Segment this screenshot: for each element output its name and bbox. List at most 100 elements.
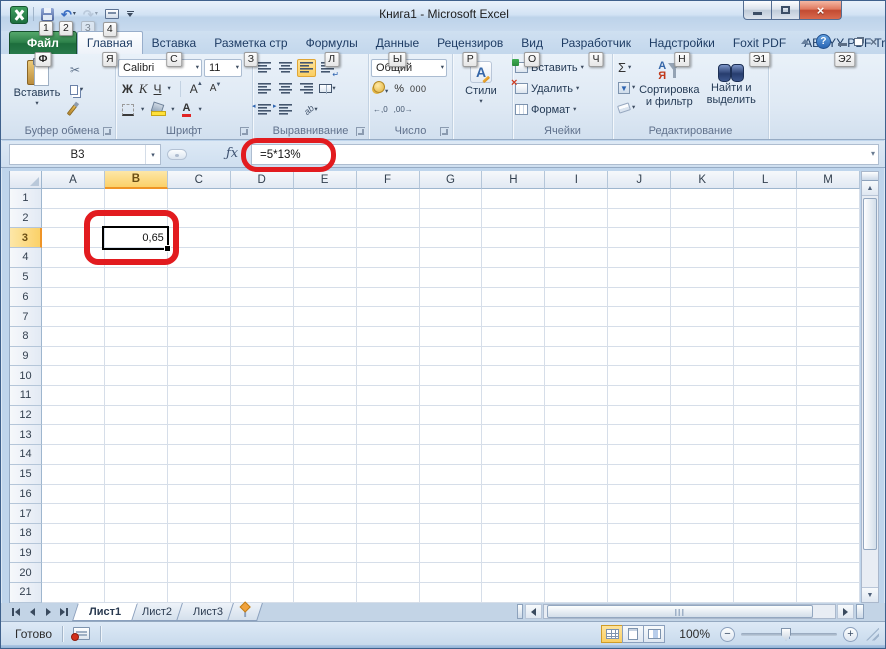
cell-K18[interactable] xyxy=(671,523,735,544)
cell-C10[interactable] xyxy=(167,366,231,387)
font-color-icon[interactable]: А xyxy=(181,102,192,117)
cell-I10[interactable] xyxy=(545,366,609,387)
cell-L7[interactable] xyxy=(734,307,798,327)
cell-C14[interactable] xyxy=(167,445,231,465)
cell-I18[interactable] xyxy=(545,523,609,544)
doc-minimize-icon[interactable] xyxy=(837,42,847,46)
row-header-7[interactable]: 7 xyxy=(10,307,42,327)
cell-M16[interactable] xyxy=(797,484,860,505)
align-center-button[interactable] xyxy=(276,80,295,98)
increase-font-button[interactable]: А ▲ xyxy=(190,81,203,96)
currency-format-button[interactable]: ▾ xyxy=(373,80,388,98)
cell-H16[interactable] xyxy=(482,484,546,505)
cell-F17[interactable] xyxy=(356,504,420,524)
cell-B11[interactable] xyxy=(104,386,168,406)
close-button[interactable]: × xyxy=(799,1,842,20)
cell-L9[interactable] xyxy=(734,346,798,367)
scroll-right-button[interactable] xyxy=(837,604,854,619)
decrease-indent-button[interactable]: ◂ xyxy=(252,101,274,119)
cell-L16[interactable] xyxy=(734,484,798,505)
cell-G2[interactable] xyxy=(419,208,483,229)
cell-L17[interactable] xyxy=(734,504,798,524)
page-layout-view-button[interactable] xyxy=(622,625,645,643)
tab-разметка-стр[interactable]: Разметка стр З xyxy=(205,31,296,67)
insert-function-icon[interactable]: ƒx xyxy=(226,146,238,161)
resize-grip[interactable] xyxy=(866,627,879,641)
cell-D5[interactable] xyxy=(230,267,294,288)
cell-I8[interactable] xyxy=(545,326,609,347)
cell-A19[interactable] xyxy=(41,543,105,564)
format-painter-button[interactable] xyxy=(66,101,86,119)
cell-L19[interactable] xyxy=(734,543,798,564)
cell-H18[interactable] xyxy=(482,523,546,544)
cell-J6[interactable] xyxy=(608,287,672,308)
cell-G4[interactable] xyxy=(419,248,483,268)
column-header-F[interactable]: F xyxy=(356,171,420,189)
number-format-select[interactable]: Общий ▾ xyxy=(371,58,447,77)
cell-E6[interactable] xyxy=(293,287,357,308)
column-header-D[interactable]: D xyxy=(230,171,294,189)
cell-B21[interactable] xyxy=(104,583,168,603)
tab-split-handle[interactable] xyxy=(517,604,523,619)
cell-G1[interactable] xyxy=(419,189,483,209)
cell-E13[interactable] xyxy=(293,425,357,446)
cell-C19[interactable] xyxy=(167,543,231,564)
cell-B8[interactable] xyxy=(104,326,168,347)
cell-K8[interactable] xyxy=(671,326,735,347)
column-header-C[interactable]: C xyxy=(167,171,231,189)
cell-M3[interactable] xyxy=(797,228,860,249)
cell-G17[interactable] xyxy=(419,504,483,524)
cell-E12[interactable] xyxy=(293,405,357,426)
cell-A16[interactable] xyxy=(41,484,105,505)
row-header-8[interactable]: 8 xyxy=(10,326,42,347)
merge-center-button[interactable]: ▾ xyxy=(318,80,337,98)
cell-M12[interactable] xyxy=(797,405,860,426)
column-header-B[interactable]: B xyxy=(104,171,168,189)
fill-button[interactable]: ▼ ▾ xyxy=(615,79,638,97)
cell-L12[interactable] xyxy=(734,405,798,426)
cell-F3[interactable] xyxy=(356,228,420,249)
cell-I17[interactable] xyxy=(545,504,609,524)
cell-B19[interactable] xyxy=(104,543,168,564)
cell-G3[interactable] xyxy=(419,228,483,249)
cell-H13[interactable] xyxy=(482,425,546,446)
cell-F16[interactable] xyxy=(356,484,420,505)
row-header-20[interactable]: 20 xyxy=(10,563,42,584)
cell-G5[interactable] xyxy=(419,267,483,288)
previous-sheet-button[interactable] xyxy=(25,605,39,619)
cell-M6[interactable] xyxy=(797,287,860,308)
cell-H5[interactable] xyxy=(482,267,546,288)
align-left-button[interactable] xyxy=(255,80,274,98)
decrease-font-button[interactable]: А ▼ xyxy=(210,82,222,94)
cell-H19[interactable] xyxy=(482,543,546,564)
cell-L15[interactable] xyxy=(734,464,798,485)
cell-D11[interactable] xyxy=(230,386,294,406)
vertical-scroll-thumb[interactable] xyxy=(863,198,877,550)
chevron-down-icon[interactable]: ▾ xyxy=(145,145,160,164)
cell-K17[interactable] xyxy=(671,504,735,524)
cell-E1[interactable] xyxy=(293,189,357,209)
font-size-select[interactable]: 11 ▾ xyxy=(204,58,242,77)
cell-H10[interactable] xyxy=(482,366,546,387)
cell-E3[interactable] xyxy=(293,228,357,249)
dialog-launcher-icon[interactable] xyxy=(440,127,449,136)
cell-M14[interactable] xyxy=(797,445,860,465)
format-cells-button[interactable]: Формат ▾ xyxy=(515,99,610,120)
cell-E8[interactable] xyxy=(293,326,357,347)
cell-J4[interactable] xyxy=(608,248,672,268)
align-bottom-button[interactable] xyxy=(297,58,316,77)
cell-J15[interactable] xyxy=(608,464,672,485)
cell-F10[interactable] xyxy=(356,366,420,387)
normal-view-button[interactable] xyxy=(601,625,624,643)
scroll-down-icon[interactable]: ▼ xyxy=(862,587,878,602)
cell-C7[interactable] xyxy=(167,307,231,327)
cell-F2[interactable] xyxy=(356,208,420,229)
cell-F15[interactable] xyxy=(356,464,420,485)
cell-C9[interactable] xyxy=(167,346,231,367)
cell-K5[interactable] xyxy=(671,267,735,288)
cell-A1[interactable] xyxy=(41,189,105,209)
tab-вид[interactable]: Вид О xyxy=(512,31,552,67)
sheet-tab-лист1[interactable]: Лист1 xyxy=(72,603,139,621)
tab-формулы[interactable]: Формулы Л xyxy=(297,31,367,67)
cell-I4[interactable] xyxy=(545,248,609,268)
